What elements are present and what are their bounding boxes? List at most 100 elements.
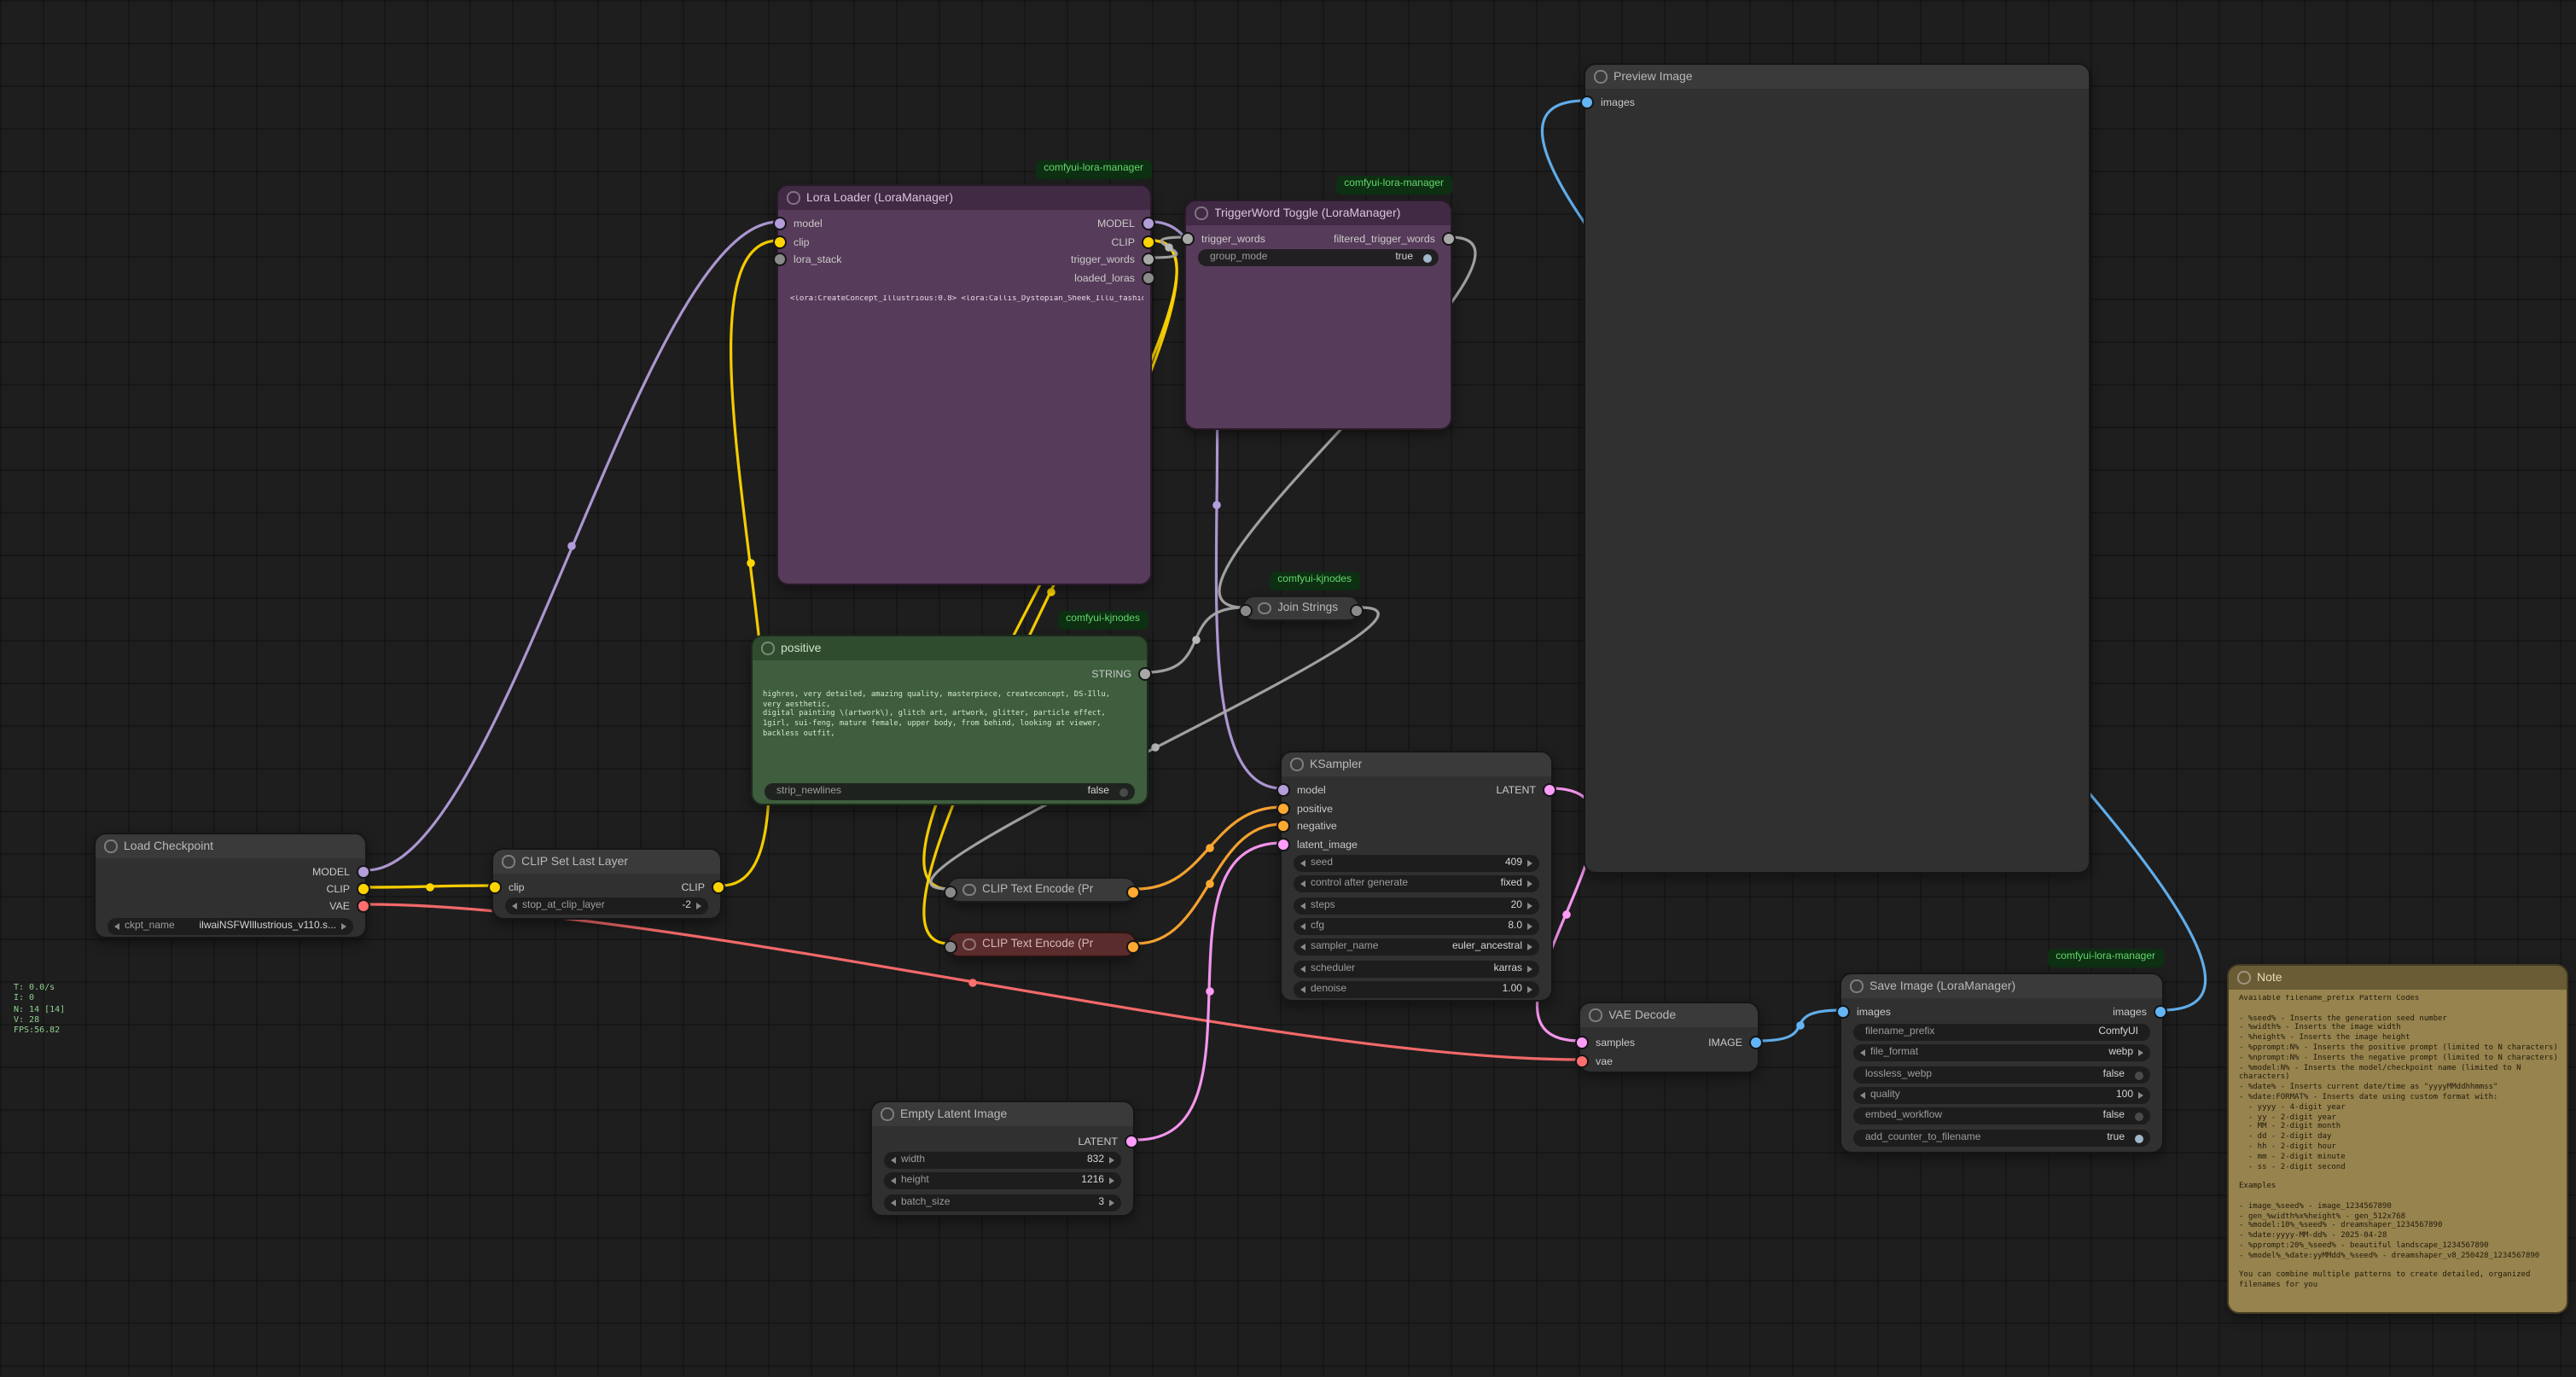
input-images-port[interactable]: images (1580, 94, 1635, 111)
increment-arrow-icon[interactable] (696, 903, 701, 909)
collapse-dot-icon[interactable] (1290, 758, 1303, 771)
collapsed-input-port[interactable] (1239, 603, 1253, 617)
widget-quality[interactable]: quality100 (1853, 1087, 2150, 1104)
collapse-dot-icon[interactable] (881, 1108, 893, 1121)
decrement-arrow-icon[interactable] (1300, 923, 1305, 930)
output-filtered-trigger-words-port[interactable]: filtered_trigger_words (1334, 230, 1456, 247)
decrement-arrow-icon[interactable] (512, 903, 517, 909)
collapse-dot-icon[interactable] (787, 192, 800, 205)
port-dot[interactable] (1142, 235, 1155, 249)
decrement-arrow-icon[interactable] (1300, 860, 1305, 867)
input-latent-image-port[interactable]: latent_image (1276, 836, 1358, 853)
widget-steps[interactable]: steps20 (1294, 898, 1539, 915)
node-triggerword-toggle[interactable]: TriggerWord Toggle (LoraManager) trigger… (1184, 200, 1452, 430)
input-clip-port[interactable]: clip (773, 234, 810, 251)
output-latent-port[interactable]: LATENT (1496, 781, 1556, 799)
node-title-bar[interactable]: positive (753, 636, 1147, 660)
input-trigger-words-port[interactable]: trigger_words (1181, 230, 1265, 247)
output-clip-port[interactable]: CLIP (681, 879, 725, 896)
increment-arrow-icon[interactable] (1527, 986, 1532, 993)
collapse-dot-icon[interactable] (761, 642, 774, 655)
widget-group-mode[interactable]: group_mode true (1198, 249, 1439, 266)
node-positive-prompt[interactable]: positive STRING highres, very detailed, … (751, 635, 1148, 805)
output-model-port[interactable]: MODEL (312, 863, 370, 880)
widget-stop-at-clip-layer[interactable]: stop_at_clip_layer -2 (505, 898, 708, 915)
decrement-arrow-icon[interactable] (891, 1177, 896, 1184)
port-dot[interactable] (1138, 667, 1152, 681)
note-text[interactable]: Available filename_prefix Pattern Codes … (2239, 995, 2560, 1305)
output-images-port[interactable]: images (2113, 1003, 2167, 1020)
widget-batch-size[interactable]: batch_size3 (884, 1194, 1121, 1211)
port-dot[interactable] (1276, 819, 1290, 833)
output-image-port[interactable]: IMAGE (1708, 1034, 1763, 1051)
prev-value-arrow-icon[interactable] (1300, 944, 1305, 950)
widget-embed-workflow[interactable]: embed_workflowfalse (1853, 1107, 2150, 1124)
output-vae-port[interactable]: VAE (329, 898, 370, 915)
node-title-bar[interactable]: VAE Decode (1580, 1003, 1758, 1027)
widget-lossless-webp[interactable]: lossless_webpfalse (1853, 1066, 2150, 1084)
increment-arrow-icon[interactable] (1109, 1177, 1114, 1184)
port-dot[interactable] (1276, 838, 1290, 851)
increment-arrow-icon[interactable] (1527, 860, 1532, 867)
prev-value-arrow-icon[interactable] (114, 923, 119, 930)
node-title-bar[interactable]: Lora Loader (LoraManager) (778, 186, 1150, 210)
collapsed-input-port[interactable] (944, 939, 957, 953)
increment-arrow-icon[interactable] (1109, 1157, 1114, 1164)
input-images-port[interactable]: images (1836, 1003, 1891, 1020)
port-dot[interactable] (1125, 1135, 1138, 1148)
decrement-arrow-icon[interactable] (891, 1157, 896, 1164)
port-dot[interactable] (773, 235, 787, 249)
widget-height[interactable]: height1216 (884, 1172, 1121, 1189)
decrement-arrow-icon[interactable] (1860, 1092, 1865, 1099)
port-dot[interactable] (1749, 1036, 1763, 1049)
collapse-dot-icon[interactable] (1258, 602, 1271, 615)
node-clip-set-last-layer[interactable]: CLIP Set Last Layer clip CLIP stop_at_cl… (491, 848, 722, 920)
node-ksampler[interactable]: KSampler model positive negative latent_… (1280, 751, 1553, 1002)
collapse-dot-icon[interactable] (1195, 207, 1207, 220)
increment-arrow-icon[interactable] (2138, 1092, 2143, 1099)
collapsed-input-port[interactable] (944, 885, 957, 898)
decrement-arrow-icon[interactable] (891, 1200, 896, 1206)
increment-arrow-icon[interactable] (1527, 923, 1532, 930)
port-dot[interactable] (357, 865, 370, 879)
prev-value-arrow-icon[interactable] (1300, 966, 1305, 973)
node-title-bar[interactable]: KSampler (1282, 752, 1551, 776)
node-load-checkpoint[interactable]: Load Checkpoint MODEL CLIP VAE ckpt_name… (94, 833, 367, 938)
widget-control-after-generate[interactable]: control after generatefixed (1294, 875, 1539, 892)
port-dot[interactable] (357, 899, 370, 913)
prompt-text[interactable]: highres, very detailed, amazing quality,… (763, 691, 1138, 740)
prev-value-arrow-icon[interactable] (1860, 1049, 1865, 1056)
input-lora-stack-port[interactable]: lora_stack (773, 251, 841, 268)
widget-file-format[interactable]: file_formatwebp (1853, 1044, 2150, 1061)
next-value-arrow-icon[interactable] (1527, 944, 1532, 950)
widget-denoise[interactable]: denoise1.00 (1294, 981, 1539, 998)
port-dot[interactable] (1442, 232, 1456, 246)
port-dot[interactable] (1142, 271, 1155, 285)
node-clip-text-encode-negative[interactable]: CLIP Text Encode (Pr (947, 932, 1137, 957)
next-value-arrow-icon[interactable] (1527, 966, 1532, 973)
port-dot[interactable] (1142, 253, 1155, 266)
node-empty-latent-image[interactable]: Empty Latent Image LATENT width832 heigh… (870, 1101, 1135, 1217)
collapse-dot-icon[interactable] (1594, 71, 1607, 84)
input-samples-port[interactable]: samples (1575, 1034, 1635, 1051)
widget-seed[interactable]: seed409 (1294, 855, 1539, 872)
port-dot[interactable] (1181, 232, 1195, 246)
decrement-arrow-icon[interactable] (1300, 986, 1305, 993)
collapse-dot-icon[interactable] (502, 856, 515, 869)
widget-filename-prefix[interactable]: filename_prefixComfyUI (1853, 1024, 2150, 1041)
input-model-port[interactable]: model (1276, 781, 1326, 799)
input-positive-port[interactable]: positive (1276, 800, 1333, 817)
port-dot[interactable] (1836, 1005, 1850, 1019)
comfyui-canvas[interactable]: comfyui-lora-manager comfyui-lora-manage… (0, 0, 2576, 1377)
port-dot[interactable] (773, 253, 787, 266)
output-loaded-loras-port[interactable]: loaded_loras (1074, 270, 1155, 287)
node-title-bar[interactable]: Empty Latent Image (872, 1102, 1133, 1126)
node-clip-text-encode-positive[interactable]: CLIP Text Encode (Pr (947, 877, 1137, 903)
collapsed-output-port[interactable] (1126, 939, 1140, 953)
input-model-port[interactable]: model (773, 215, 823, 232)
input-vae-port[interactable]: vae (1575, 1053, 1613, 1070)
port-dot[interactable] (357, 882, 370, 896)
widget-sampler-name[interactable]: sampler_nameeuler_ancestral (1294, 938, 1539, 956)
node-save-image[interactable]: Save Image (LoraManager) images images f… (1840, 973, 2164, 1153)
port-dot[interactable] (1276, 783, 1290, 797)
